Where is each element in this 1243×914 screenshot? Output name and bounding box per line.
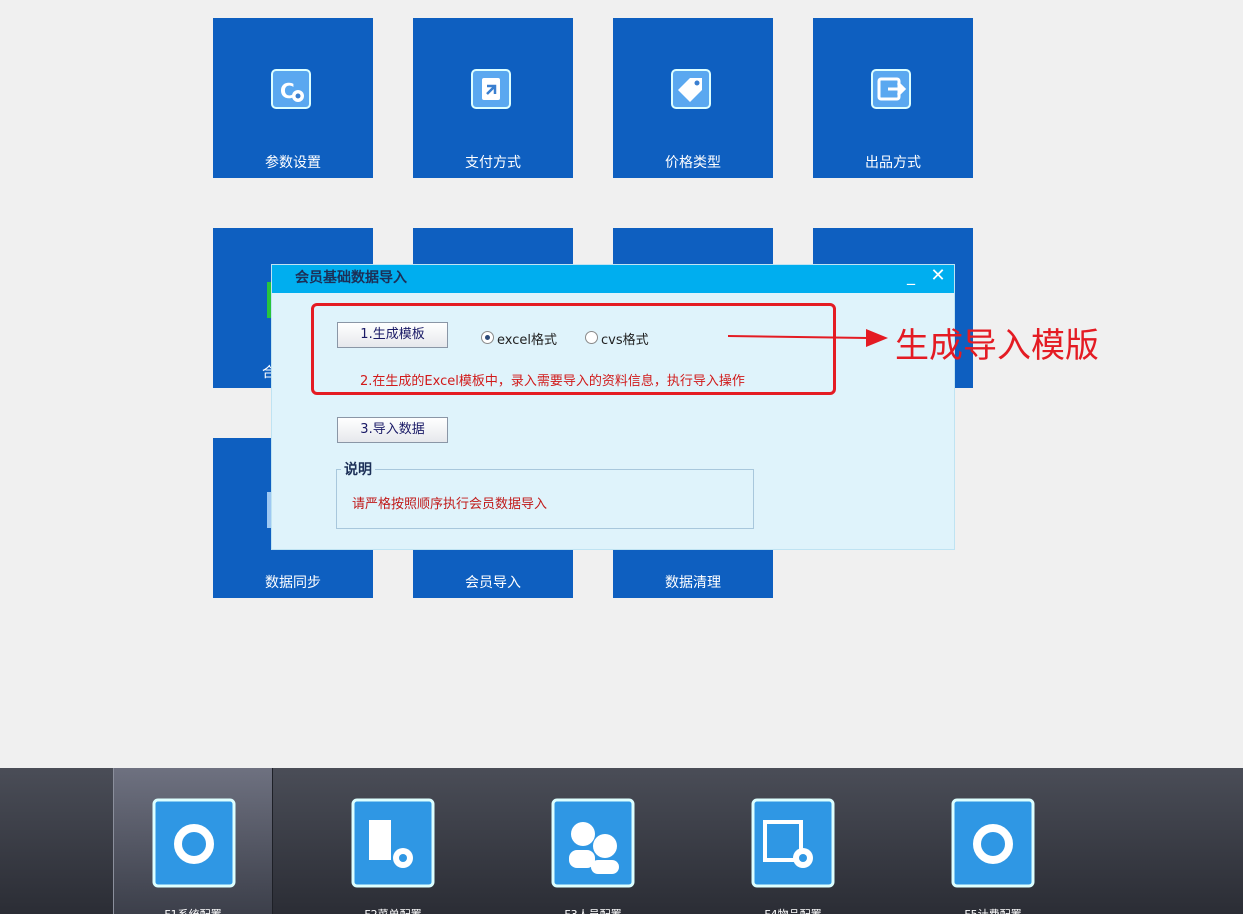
- settings-doc-icon: C: [271, 69, 311, 109]
- menu-config-icon: [351, 798, 435, 888]
- taskbar-label: F3人员配置: [513, 906, 673, 914]
- tile-label: 数据清理: [665, 575, 721, 591]
- taskbar-label: F4物品配置: [713, 906, 873, 914]
- payment-icon: [471, 69, 511, 109]
- taskbar-item-system-config[interactable]: F1系统配置: [113, 768, 273, 914]
- svg-text:C: C: [280, 79, 295, 103]
- tile-label: 参数设置: [265, 155, 321, 171]
- notice-text: 请严格按照顺序执行会员数据导入: [352, 497, 548, 512]
- tile-param-settings[interactable]: C 参数设置: [213, 18, 373, 178]
- tile-output-method[interactable]: 出品方式: [813, 18, 973, 178]
- annotation-text: 生成导入模版: [895, 326, 1099, 366]
- tile-price-type[interactable]: 价格类型: [613, 18, 773, 178]
- exit-arrow-icon: [871, 69, 911, 109]
- taskbar-label: F2菜单配置: [313, 906, 473, 914]
- price-tag-icon: [671, 69, 711, 109]
- users-icon: [551, 798, 635, 888]
- taskbar-item-staff-config[interactable]: F3人员配置: [513, 768, 673, 914]
- import-data-button[interactable]: 3.导入数据: [337, 417, 448, 443]
- close-button[interactable]: ✕: [930, 266, 946, 286]
- annotation-arrow-icon: [728, 329, 888, 347]
- tile-label: 数据同步: [265, 575, 321, 591]
- taskbar-item-item-config[interactable]: F4物品配置: [713, 768, 873, 914]
- tile-label: 出品方式: [865, 155, 921, 171]
- gear-icon: [152, 798, 236, 888]
- tile-payment-method[interactable]: 支付方式: [413, 18, 573, 178]
- minimize-button[interactable]: _: [904, 267, 918, 287]
- tile-label: 价格类型: [665, 155, 721, 171]
- taskbar-item-billing-config[interactable]: F5计费配置: [913, 768, 1073, 914]
- taskbar-label: F5计费配置: [913, 906, 1073, 914]
- gear-icon: [951, 798, 1035, 888]
- dialog-title: 会员基础数据导入: [295, 270, 407, 286]
- taskbar-item-menu-config[interactable]: F2菜单配置: [313, 768, 473, 914]
- tile-label: 会员导入: [465, 575, 521, 591]
- taskbar: F1系统配置 F2菜单配置 F3人员配置 F4物品配置 F5计费配置: [0, 768, 1243, 914]
- notice-legend: 说明: [341, 459, 375, 479]
- items-config-icon: [751, 798, 835, 888]
- dialog-title-bar[interactable]: 会员基础数据导入 _ ✕: [272, 265, 954, 293]
- tile-label: 支付方式: [465, 155, 521, 171]
- taskbar-label: F1系统配置: [114, 906, 272, 914]
